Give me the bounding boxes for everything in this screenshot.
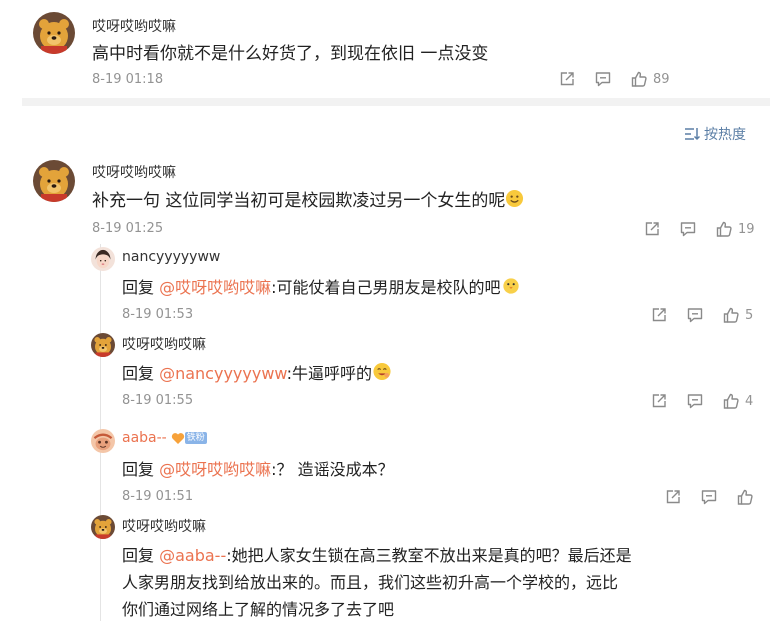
comment-icon[interactable] [700,488,718,506]
avatar-image [33,160,75,202]
like-count: 89 [653,71,670,87]
heart-badge-icon [171,432,184,444]
like-button[interactable]: 19 [715,220,755,238]
mention-link[interactable]: @哎呀哎哟哎嘛 [159,460,271,479]
like-button[interactable]: 5 [722,306,753,324]
comment-time: 8-19 01:18 [92,72,164,87]
reply-prefix: 回复 [122,460,160,479]
comment-icon[interactable] [594,70,612,88]
mention-link[interactable]: @哎呀哎哟哎嘛 [159,278,271,297]
reply-content: :可能仗着自己男朋友是校队的吧 [271,278,501,297]
avatar-image [91,515,115,539]
hehe-emoji-icon [373,362,391,381]
chick-emoji-icon [502,278,519,294]
comment-icon[interactable] [679,220,697,238]
reply-time: 8-19 01:55 [122,393,194,408]
fan-badge: 铁粉 [171,432,207,445]
like-button[interactable]: 89 [630,70,670,88]
comment-username[interactable]: 哎呀哎哟哎嘛 [92,162,176,182]
comment-text-content: 补充一句 这位同学当初可是校园欺凌过另一个女生的呢 [92,191,506,211]
reply-text-line: 回复 @aaba--:她把人家女生锁在高三教室不放出来是真的吧？最后还是 [122,542,762,569]
like-count: 5 [745,307,754,323]
comment-text: 补充一句 这位同学当初可是校园欺凌过另一个女生的呢 [92,186,524,211]
reply-content: :？ 造谣没成本？ [271,460,394,479]
comment-time: 8-19 01:25 [92,221,164,236]
share-icon[interactable] [664,488,682,506]
reply-username[interactable]: 哎呀哎哟哎嘛 [122,516,206,536]
sort-icon [685,128,700,141]
reply-text: 回复 @哎呀哎哟哎嘛:可能仗着自己男朋友是校队的吧 [122,274,521,298]
reply-text: 回复 @哎呀哎哟哎嘛:？ 造谣没成本？ [122,456,394,480]
comment-icon[interactable] [686,306,704,324]
mention-link[interactable]: @aaba-- [159,546,226,565]
like-icon [722,306,740,324]
reply-username[interactable]: 哎呀哎哟哎嘛 [122,334,206,354]
avatar[interactable] [33,12,75,54]
reply-text: 回复 @nancyyyyyww:牛逼呼呼的 [122,360,392,384]
like-count: 4 [745,393,754,409]
reply-prefix: 回复 [122,278,160,297]
reply-username-text: aaba-- [122,430,167,446]
reply-username[interactable]: aaba-- 铁粉 [122,430,207,446]
smile-emoji-icon [506,189,524,208]
avatar[interactable] [91,247,115,271]
section-divider [22,98,770,106]
sort-by-hot-button[interactable]: 按热度 [684,124,746,144]
share-icon[interactable] [643,220,661,238]
avatar-image [33,12,75,54]
reply-text-line: 你们通过网络上了解的情况多了去了吧 [122,600,395,619]
reply-content: :她把人家女生锁在高三教室不放出来是真的吧？最后还是 [226,546,632,565]
avatar-image [91,429,115,453]
reply-time: 8-19 01:51 [122,489,194,504]
reply-content: :牛逼呼呼的 [286,364,373,383]
like-icon [722,392,740,410]
reply-username[interactable]: nancyyyyyww [122,249,220,265]
avatar-image [91,247,115,271]
comment-username[interactable]: 哎呀哎哟哎嘛 [92,16,176,36]
badge-label: 铁粉 [184,432,207,444]
avatar-image [91,333,115,357]
sort-label: 按热度 [704,127,746,143]
comment-icon[interactable] [686,392,704,410]
comment-text: 高中时看你就不是什么好货了，到现在依旧 一点没变 [92,44,489,64]
reply-prefix: 回复 [122,546,160,565]
share-icon[interactable] [558,70,576,88]
like-icon [736,488,754,506]
avatar[interactable] [91,333,115,357]
like-icon [630,70,648,88]
share-icon[interactable] [650,306,668,324]
avatar[interactable] [33,160,75,202]
reply-text: 回复 @aaba--:她把人家女生锁在高三教室不放出来是真的吧？最后还是 人家男… [122,542,762,623]
like-icon [715,220,733,238]
share-icon[interactable] [650,392,668,410]
like-button[interactable]: 4 [722,392,753,410]
mention-link[interactable]: @nancyyyyyww [159,364,287,383]
reply-text-line: 人家男朋友找到给放出来的。而且，我们这些初升高一个学校的，远比 [122,573,619,592]
reply-prefix: 回复 [122,364,160,383]
avatar[interactable] [91,429,115,453]
reply-time: 8-19 01:53 [122,307,194,322]
like-count: 19 [738,221,755,237]
like-button[interactable] [736,488,754,506]
avatar[interactable] [91,515,115,539]
